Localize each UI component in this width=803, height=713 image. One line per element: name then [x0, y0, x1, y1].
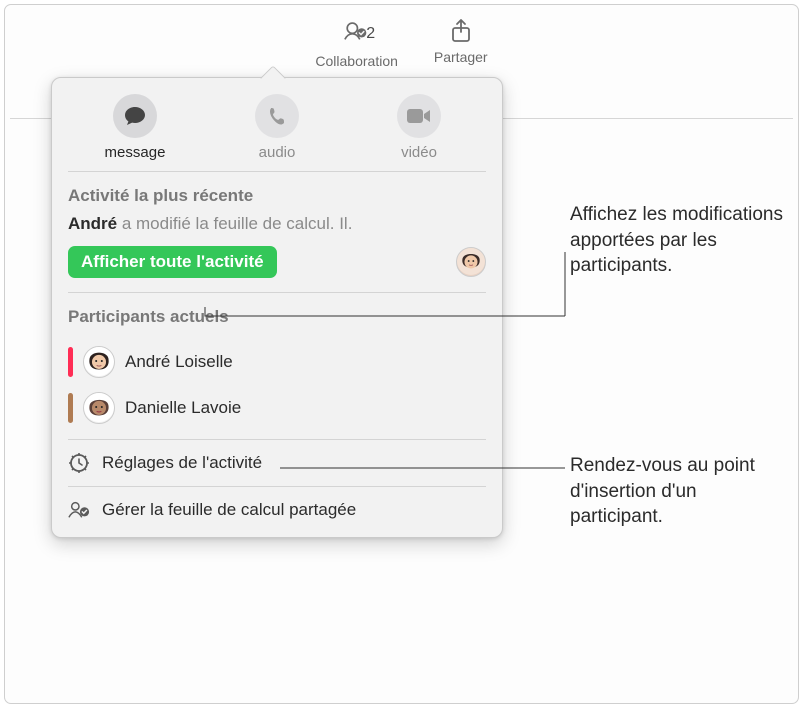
comm-audio-label: audio	[259, 144, 296, 161]
collaboration-count: 2	[366, 25, 375, 43]
comm-audio-button[interactable]: audio	[207, 94, 348, 161]
activity-entry: André a modifié la feuille de calcul. Il…	[68, 214, 486, 234]
avatar	[83, 392, 115, 424]
comm-message-label: message	[105, 144, 166, 161]
share-button[interactable]: Partager	[434, 17, 488, 65]
participant-row[interactable]: André Loiselle	[68, 339, 486, 385]
participant-row[interactable]: Danielle Lavoie	[68, 385, 486, 431]
manage-shared-label: Gérer la feuille de calcul partagée	[102, 500, 356, 520]
phone-icon	[255, 94, 299, 138]
toolbar: Collaboration 2 Collaboration Partager	[5, 17, 798, 79]
communication-row: message audio	[52, 78, 502, 171]
collaboration-popover: message audio	[51, 77, 503, 538]
gear-clock-icon	[68, 452, 90, 474]
avatar	[83, 346, 115, 378]
participant-color	[68, 347, 73, 377]
comm-video-button[interactable]: vidéo	[349, 94, 490, 161]
comm-video-label: vidéo	[401, 144, 437, 161]
share-icon	[447, 17, 475, 45]
collaboration-button[interactable]: Collaboration 2 Collaboration	[315, 17, 398, 69]
message-icon	[113, 94, 157, 138]
comm-message-button[interactable]: message	[65, 94, 206, 161]
window-frame: Collaboration 2 Collaboration Partager	[4, 4, 799, 704]
participant-name: André Loiselle	[125, 352, 233, 372]
video-icon	[397, 94, 441, 138]
activity-settings-label: Réglages de l'activité	[102, 453, 262, 473]
recent-activity-section: Activité la plus récente André a modifié…	[52, 172, 502, 292]
participant-color	[68, 393, 73, 423]
people-check-icon	[68, 499, 90, 521]
activity-avatar	[456, 247, 486, 277]
participants-title: Participants actuels	[68, 307, 486, 327]
activity-settings-button[interactable]: Réglages de l'activité	[52, 440, 502, 486]
callout-insertion: Rendez-vous au point d'insertion d'un pa…	[570, 453, 785, 530]
recent-activity-title: Activité la plus récente	[68, 186, 486, 206]
participant-name: Danielle Lavoie	[125, 398, 241, 418]
share-label: Partager	[434, 49, 488, 65]
activity-author: André	[68, 214, 117, 233]
show-all-activity-button[interactable]: Afficher toute l'activité	[68, 246, 277, 278]
activity-text: a modifié la feuille de calcul. Il.	[117, 214, 352, 233]
callout-modifications: Affichez les modifications apportées par…	[570, 202, 785, 279]
participants-section: Participants actuels André Loiselle	[52, 293, 502, 439]
manage-shared-button[interactable]: Gérer la feuille de calcul partagée	[52, 487, 502, 537]
